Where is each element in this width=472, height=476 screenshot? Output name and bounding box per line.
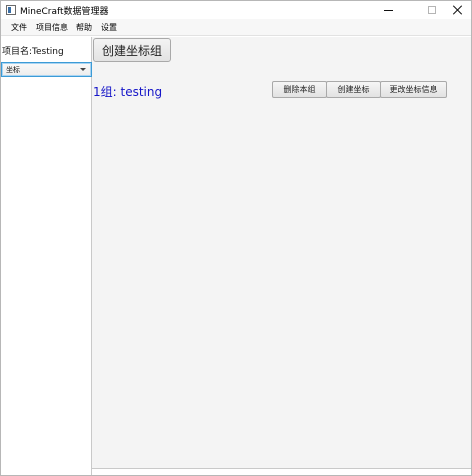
category-select-value: 坐标 [6,66,20,74]
delete-group-button[interactable]: 删除本组 [272,81,327,98]
chevron-down-icon [80,68,86,71]
menu-bar: 文件 项目信息 帮助 设置 [1,19,471,36]
group-title: 1组: testing [93,85,163,99]
main-panel: 创建坐标组 1组: testing 删除本组 创建坐标 更改坐标信息 [92,37,471,469]
app-icon [6,5,16,15]
close-icon [453,5,463,15]
maximize-icon [427,6,436,14]
window-title: MineCraft数据管理器 [20,7,109,17]
create-group-button[interactable]: 创建坐标组 [93,38,171,62]
title-bar[interactable]: MineCraft数据管理器 [1,1,471,19]
create-coordinate-button[interactable]: 创建坐标 [326,81,381,98]
menu-help[interactable]: 帮助 [76,22,92,33]
sidebar: 项目名:Testing 坐标 [1,37,92,475]
edit-coordinate-button[interactable]: 更改坐标信息 [380,81,447,98]
project-name-label: 项目名:Testing [2,47,64,57]
minimize-icon [384,9,393,11]
category-select[interactable]: 坐标 [1,62,92,77]
minimize-button[interactable] [375,1,402,19]
menu-settings[interactable]: 设置 [101,22,117,33]
app-window: MineCraft数据管理器 文件 项目信息 帮助 设置 项目名:Testing… [0,0,472,476]
menu-project-info[interactable]: 项目信息 [36,22,68,33]
menu-file[interactable]: 文件 [11,22,27,33]
close-button[interactable] [444,1,471,19]
maximize-button[interactable] [418,1,445,19]
